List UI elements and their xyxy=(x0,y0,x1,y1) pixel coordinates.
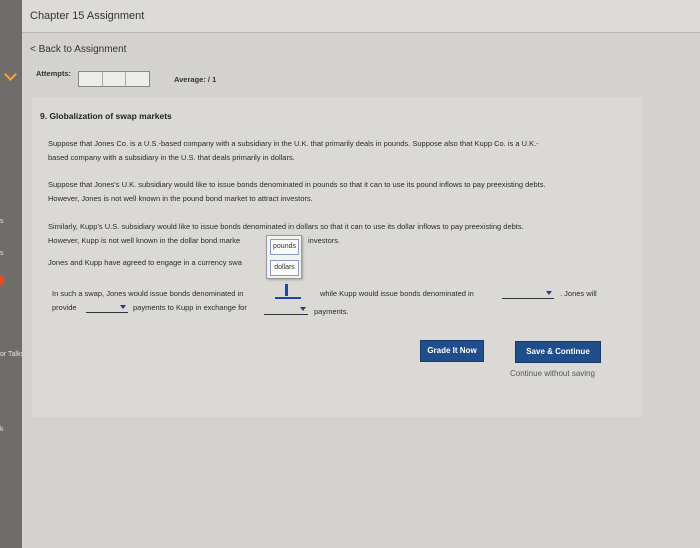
attempt-box xyxy=(126,72,149,86)
kupp-bond-currency-dropdown[interactable] xyxy=(502,289,554,299)
question-text: However, Kupp is not well known in the d… xyxy=(48,236,241,245)
sidebar-label[interactable]: or Talks xyxy=(0,351,24,358)
jones-receive-dropdown[interactable] xyxy=(264,305,308,315)
attempt-box xyxy=(103,72,127,86)
back-to-assignment-link[interactable]: < Back to Assignment xyxy=(30,44,126,55)
question-text: Similarly, Kupp's U.S. subsidiary would … xyxy=(48,222,524,231)
question-text: . Jones will xyxy=(560,289,597,298)
dropdown-option-dollars[interactable]: dollars xyxy=(270,260,299,276)
continue-without-saving-link[interactable]: Continue without saving xyxy=(510,369,595,378)
main-panel: < Back to Assignment Attempts: Average: … xyxy=(22,33,700,548)
sidebar-label[interactable]: s xyxy=(0,218,4,225)
question-text: However, Jones is not well known in the … xyxy=(48,194,313,203)
sidebar-label[interactable]: k xyxy=(0,426,4,433)
chevron-right-icon[interactable] xyxy=(4,68,17,81)
question-text: payments. xyxy=(314,307,349,316)
grade-it-now-button[interactable]: Grade It Now xyxy=(420,340,484,362)
attempt-box xyxy=(79,72,103,86)
save-and-continue-button[interactable]: Save & Continue xyxy=(515,341,601,363)
chevron-down-icon xyxy=(120,305,126,309)
dropdown-option-pounds[interactable]: pounds xyxy=(270,239,299,255)
jones-provide-dropdown[interactable] xyxy=(86,303,128,313)
left-sidebar: s s or Talks k xyxy=(0,0,24,548)
text-cursor xyxy=(285,284,288,296)
question-text: based company with a subsidiary in the U… xyxy=(48,153,295,162)
question-text: payments to Kupp in exchange for xyxy=(133,303,247,312)
top-bar: Chapter 15 Assignment xyxy=(22,0,700,33)
attempts-label: Attempts: xyxy=(36,69,71,78)
question-text: provide xyxy=(52,303,77,312)
sidebar-marker xyxy=(0,275,4,285)
question-text: investors. xyxy=(308,236,341,245)
question-text: Jones and Kupp have agreed to engage in … xyxy=(48,258,242,267)
question-text: Suppose that Jones Co. is a U.S.-based c… xyxy=(48,139,539,148)
sidebar-label[interactable]: s xyxy=(0,250,4,257)
chevron-down-icon xyxy=(546,291,552,295)
average-score: Average: / 1 xyxy=(174,75,217,84)
question-title: 9. Globalization of swap markets xyxy=(40,111,172,121)
question-text: Suppose that Jones's U.K. subsidiary wou… xyxy=(48,180,546,189)
assignment-title: Chapter 15 Assignment xyxy=(30,10,145,22)
attempts-indicator xyxy=(78,71,150,87)
chevron-down-icon xyxy=(300,307,306,311)
question-text: while Kupp would issue bonds denominated… xyxy=(320,289,474,298)
question-text: In such a swap, Jones would issue bonds … xyxy=(52,289,244,298)
currency-dropdown-popup: pounds dollars xyxy=(266,235,302,279)
swap-bond-currency-dropdown[interactable] xyxy=(275,290,301,299)
